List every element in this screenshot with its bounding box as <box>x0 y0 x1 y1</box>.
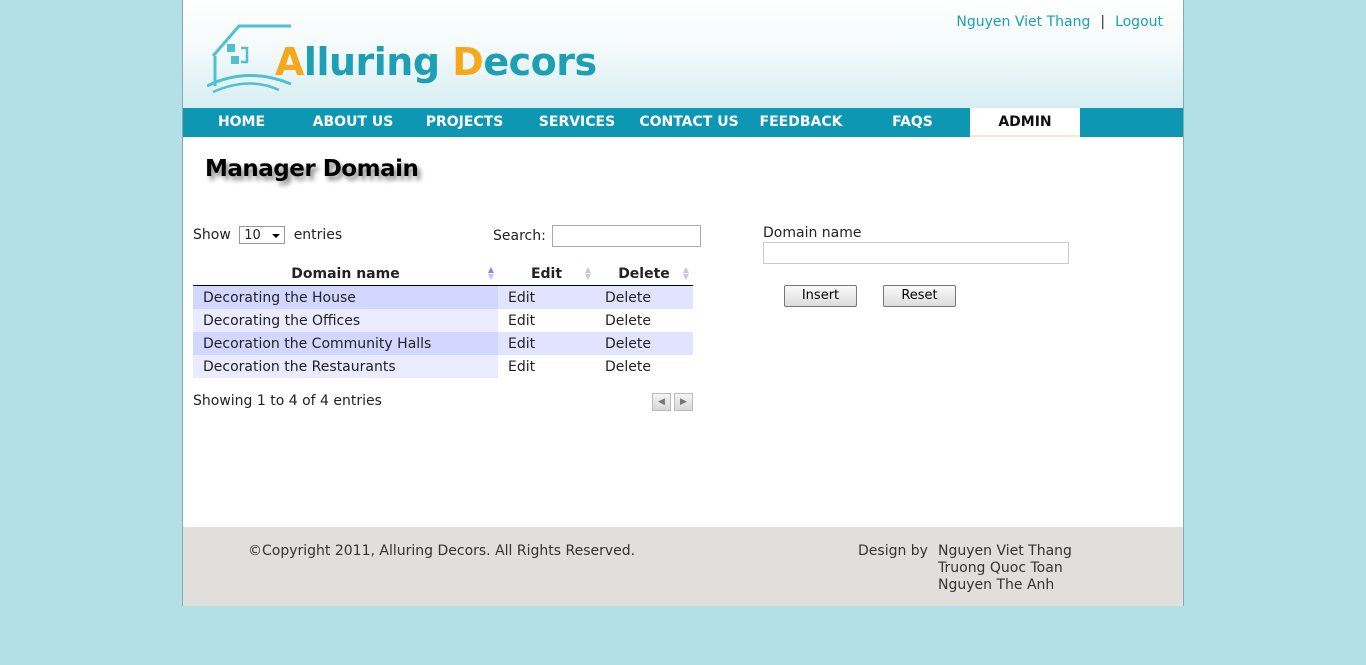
edit-link[interactable]: Edit <box>498 355 595 378</box>
author-name: Truong Quoc Toan <box>938 560 1063 576</box>
page-size-value: 10 <box>244 228 261 243</box>
sort-both-icon: ▲ ▼ <box>682 265 689 281</box>
author-name: Nguyen The Anh <box>938 577 1055 593</box>
footer: ©Copyright 2011, Alluring Decors. All Ri… <box>183 527 1183 606</box>
next-arrow-icon[interactable]: ▶ <box>674 393 693 411</box>
sort-both-icon: ▲ ▼ <box>584 265 591 281</box>
column-header-label: Domain name <box>291 265 400 282</box>
table-info: Showing 1 to 4 of 4 entries <box>193 393 382 409</box>
domain-name-cell: Decorating the House <box>193 285 498 309</box>
domain-table: Domain name ▲ ▼ Edit ▲ ▼ Delete ▲ ▼ Decorat… <box>193 262 693 378</box>
insert-button[interactable]: Insert <box>784 285 857 307</box>
header: Alluring Decors Nguyen Viet Thang | Logout <box>183 0 1183 108</box>
edit-link[interactable]: Edit <box>498 332 595 355</box>
nav-item-projects[interactable]: PROJECTS <box>406 108 523 137</box>
nav-item-services[interactable]: SERVICES <box>523 108 631 137</box>
logo-letter-d: D <box>452 40 484 84</box>
column-header-domain-name[interactable]: Domain name ▲ ▼ <box>193 262 498 286</box>
edit-link[interactable]: Edit <box>498 285 595 309</box>
user-name-link[interactable]: Nguyen Viet Thang <box>956 14 1090 30</box>
table-row: Decoration the Restaurants Edit Delete <box>193 355 693 378</box>
nav-item-feedback[interactable]: FEEDBACK <box>747 108 855 137</box>
delete-link[interactable]: Delete <box>595 355 693 378</box>
delete-link[interactable]: Delete <box>595 285 693 309</box>
logo-word-2: ecors <box>483 40 597 84</box>
nav-item-admin[interactable]: ADMIN <box>970 108 1080 137</box>
page-container: Alluring Decors Nguyen Viet Thang | Logout… <box>182 0 1184 606</box>
domain-name-field[interactable] <box>763 242 1069 264</box>
logo-word-1: lluring <box>303 40 453 84</box>
search-input[interactable] <box>552 225 702 247</box>
domain-name-label: Domain name <box>763 225 862 241</box>
nav-item-about-us[interactable]: ABOUT US <box>300 108 406 137</box>
table-row: Decorating the Offices Edit Delete <box>193 309 693 332</box>
entries-label: entries <box>293 227 343 243</box>
table-search: Search: <box>493 225 702 247</box>
logo-letter-a: A <box>275 40 304 84</box>
nav-item-home[interactable]: HOME <box>183 108 300 137</box>
design-by-label: Design by <box>858 543 928 559</box>
table-row: Decoration the Community Halls Edit Dele… <box>193 332 693 355</box>
table-row: Decorating the House Edit Delete <box>193 285 693 309</box>
logo[interactable]: Alluring Decors <box>207 20 597 94</box>
sort-asc-icon: ▲ ▼ <box>487 265 494 281</box>
delete-link[interactable]: Delete <box>595 309 693 332</box>
search-label: Search: <box>493 228 546 244</box>
column-header-label: Delete <box>618 265 670 282</box>
show-label: Show <box>193 227 231 243</box>
edit-link[interactable]: Edit <box>498 309 595 332</box>
reset-button[interactable]: Reset <box>883 285 956 307</box>
chevron-down-icon <box>272 234 281 238</box>
domain-name-cell: Decoration the Restaurants <box>193 355 498 378</box>
column-header-label: Edit <box>530 265 563 282</box>
page-title: Manager Domain <box>205 156 419 182</box>
domain-name-cell: Decorating the Offices <box>193 309 498 332</box>
nav-item-faqs[interactable]: FAQS <box>855 108 970 137</box>
logo-text: Alluring Decors <box>275 40 597 84</box>
authors-list: Nguyen Viet Thang Truong Quoc Toan Nguye… <box>938 543 1072 594</box>
user-links: Nguyen Viet Thang | Logout <box>956 14 1163 30</box>
logout-link[interactable]: Logout <box>1115 14 1163 30</box>
author-name: Nguyen Viet Thang <box>938 543 1072 559</box>
prev-arrow-icon[interactable]: ◀ <box>652 393 671 411</box>
user-links-separator: | <box>1100 14 1106 30</box>
page-size-select[interactable]: 10 <box>239 226 286 244</box>
entries-length-control: Show 10 entries <box>193 226 342 244</box>
column-header-edit[interactable]: Edit ▲ ▼ <box>498 262 595 286</box>
column-header-delete[interactable]: Delete ▲ ▼ <box>595 262 693 286</box>
domain-name-cell: Decoration the Community Halls <box>193 332 498 355</box>
copyright-text: ©Copyright 2011, Alluring Decors. All Ri… <box>248 543 636 559</box>
main-nav: HOME ABOUT US PROJECTS SERVICES CONTACT … <box>183 108 1183 137</box>
delete-link[interactable]: Delete <box>595 332 693 355</box>
nav-item-contact-us[interactable]: CONTACT US <box>631 108 747 137</box>
